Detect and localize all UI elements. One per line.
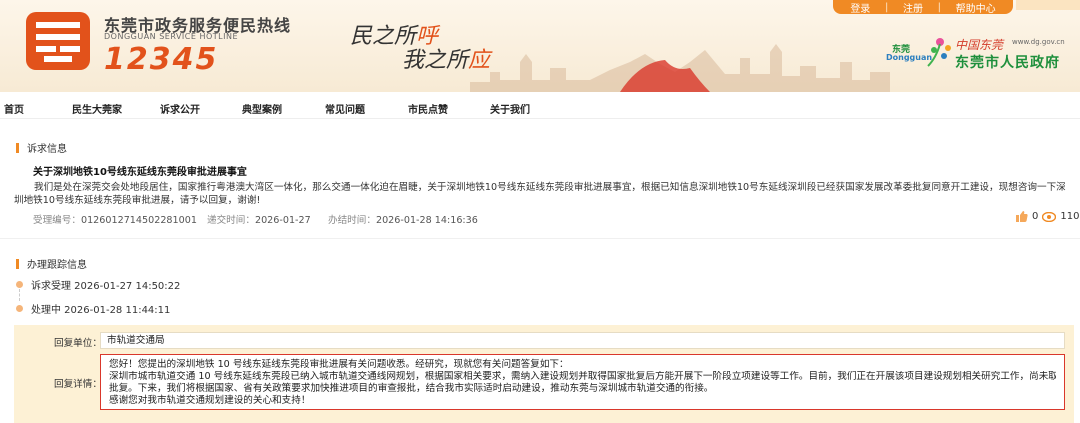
top-user-bar: 登录 | 注册 | 帮助中心 — [833, 0, 1013, 15]
reply-detail-label: 回复详情： — [54, 379, 102, 390]
timeline-dot — [16, 305, 23, 312]
reply-detail-field: 您好！您提出的深圳地铁 10 号线东延线东莞段审批进展有关问题收悉。经研究，现就… — [100, 354, 1065, 410]
nav-item-about[interactable]: 关于我们 — [490, 101, 530, 116]
top-extra-bar — [1016, 0, 1080, 10]
section-bar — [16, 142, 19, 153]
thumbs-up-icon[interactable] — [1016, 211, 1028, 222]
help-center-link[interactable]: 帮助中心 — [956, 0, 996, 15]
view-count: 110 — [1060, 211, 1080, 222]
reply-detail-line: 深圳市城市轨道交通 10 号线东延线东莞段已纳入城市轨道交通线网规划，根据国家相… — [109, 371, 1056, 382]
petition-section-title: 诉求信息 — [27, 144, 67, 155]
nav-item-petitions[interactable]: 诉求公开 — [160, 101, 200, 116]
gov-url: www.dg.gov.cn — [1012, 38, 1065, 46]
city-skyline-icon — [470, 44, 890, 92]
site-name-en: DONGGUAN SERVICE HOTLINE — [104, 32, 239, 41]
tracking-section-header: 办理跟踪信息 — [16, 256, 87, 271]
hotline-number: 12345 — [104, 42, 219, 77]
petition-stats: 0 110 — [1012, 211, 1079, 222]
petition-body: 我们是处在深莞交会处地段居住，国家推行粤港澳大湾区一体化，那么交通一体化迫在眉睫… — [14, 182, 1066, 206]
header-banner: 东莞市政务服务便民热线 DONGGUAN SERVICE HOTLINE 123… — [0, 0, 1080, 92]
petition-section-header: 诉求信息 — [16, 140, 67, 155]
tracking-step: 诉求受理 2026-01-27 14:50:22 — [16, 277, 180, 292]
reply-box: 回复单位： 市轨道交通局 回复详情： 您好！您提出的深圳地铁 10 号线东延线东… — [14, 325, 1074, 423]
nav-item-cases[interactable]: 典型案例 — [242, 101, 282, 116]
dongguan-en-label: Dongguan — [886, 53, 933, 62]
nav-item-likes[interactable]: 市民点赞 — [408, 101, 448, 116]
china-dongguan-label: 中国东莞 — [955, 38, 1004, 52]
hotline-logo-icon — [26, 12, 90, 70]
petition-title: 关于深圳地铁10号线东延线东莞段审批进展事宜 — [33, 167, 247, 178]
nav-item-home[interactable]: 首页 — [4, 101, 24, 116]
petition-done-time: 办结时间：2026-01-28 14:16:36 — [328, 215, 478, 226]
reply-unit-field: 市轨道交通局 — [100, 332, 1065, 349]
petition-submit-time: 递交时间：2026-01-27 — [207, 215, 311, 226]
login-link[interactable]: 登录 — [850, 0, 870, 15]
register-link[interactable]: 注册 — [903, 0, 923, 15]
petition-id: 受理编号：0126012714502281001 — [33, 215, 197, 226]
main-nav: 首页 民生大莞家 诉求公开 典型案例 常见问题 市民点赞 关于我们 — [0, 95, 1080, 119]
reply-detail-line: 您好！您提出的深圳地铁 10 号线东延线东莞段审批进展有关问题收悉。经研究，现就… — [109, 359, 569, 370]
nav-item-faq[interactable]: 常见问题 — [325, 101, 365, 116]
tracking-section-title: 办理跟踪信息 — [27, 260, 87, 271]
nav-item-minsheng[interactable]: 民生大莞家 — [72, 101, 122, 116]
reply-detail-line: 批复。下来，我们将根据国家、省有关政策要求加快推进项目的审查报批，结合我市实际适… — [109, 383, 714, 394]
timeline-dot — [16, 281, 23, 288]
section-bar — [16, 258, 19, 269]
timeline-connector — [19, 289, 20, 301]
reply-unit-label: 回复单位： — [54, 338, 102, 349]
reply-detail-line: 感谢您对我市轨道交通规划建设的关心和支持！ — [109, 395, 311, 406]
separator: | — [937, 1, 941, 13]
divider — [0, 238, 1080, 239]
separator: | — [884, 1, 889, 13]
gov-name[interactable]: 东莞市人民政府 — [955, 52, 1060, 72]
eye-icon — [1042, 211, 1057, 222]
like-count: 0 — [1032, 211, 1039, 222]
tracking-step: 处理中 2026-01-28 11:44:11 — [16, 301, 170, 316]
